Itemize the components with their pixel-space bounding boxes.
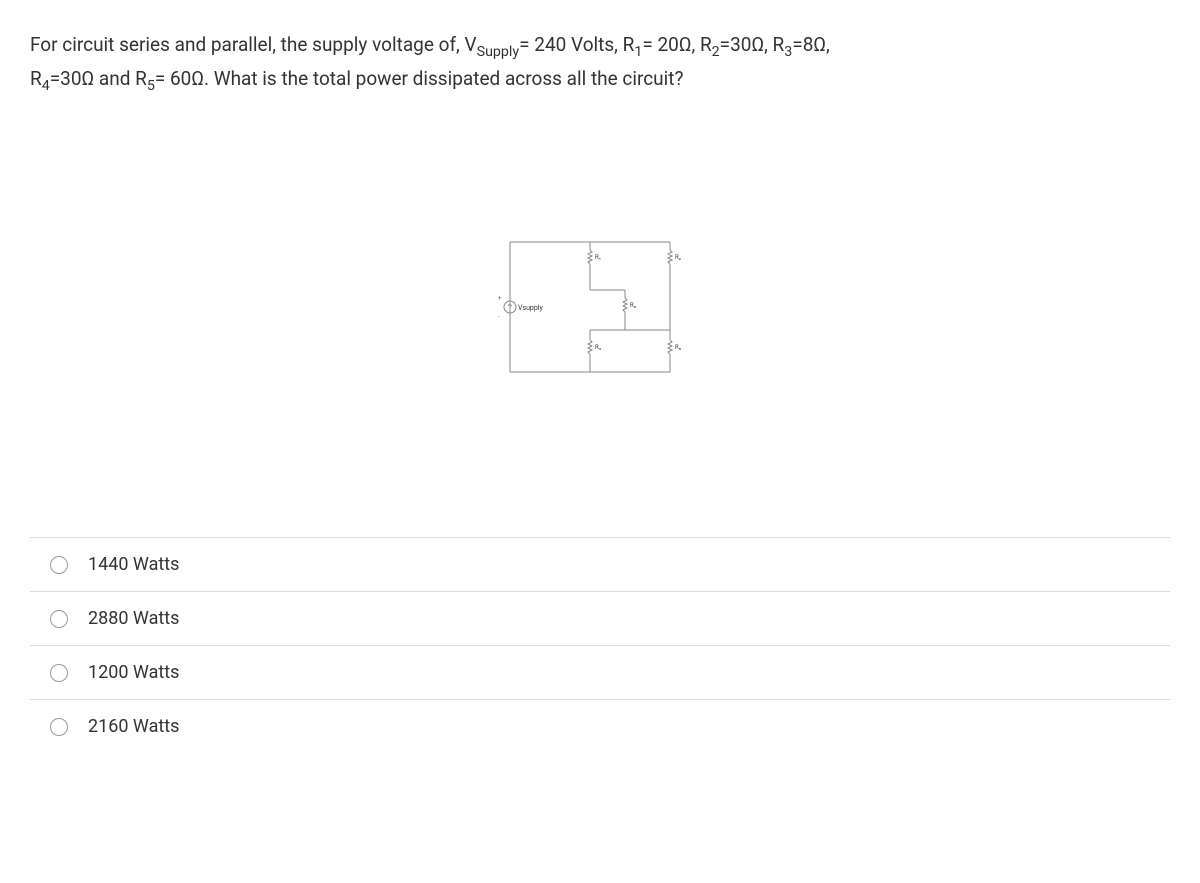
svg-text:+: + [498,295,502,302]
question-text: For circuit series and parallel, the sup… [30,30,1170,97]
option-2[interactable]: 1200 Watts [30,645,1170,699]
circuit-diagram: + - Vsupply R₁ R₂ R₃ R₄ R₅ [30,117,1170,497]
svg-text:R₄: R₄ [595,344,602,351]
svg-text:Vsupply: Vsupply [518,304,543,312]
option-1-radio[interactable] [50,610,68,628]
svg-text:R₁: R₁ [595,254,601,261]
svg-text:R₅: R₅ [675,344,681,351]
option-3-label: 2160 Watts [88,716,179,737]
svg-text:R₂: R₂ [675,254,681,261]
option-1[interactable]: 2880 Watts [30,591,1170,645]
options-list: 1440 Watts 2880 Watts 1200 Watts 2160 Wa… [30,537,1170,753]
option-1-label: 2880 Watts [88,608,179,629]
circuit-svg: + - Vsupply R₁ R₂ R₃ R₄ R₅ [490,222,710,392]
option-3[interactable]: 2160 Watts [30,699,1170,753]
option-0-label: 1440 Watts [88,554,179,575]
option-2-radio[interactable] [50,664,68,682]
option-2-label: 1200 Watts [88,662,179,683]
option-0[interactable]: 1440 Watts [30,537,1170,591]
svg-text:-: - [498,313,500,320]
option-3-radio[interactable] [50,718,68,736]
svg-text:R₃: R₃ [630,302,636,309]
option-0-radio[interactable] [50,556,68,574]
